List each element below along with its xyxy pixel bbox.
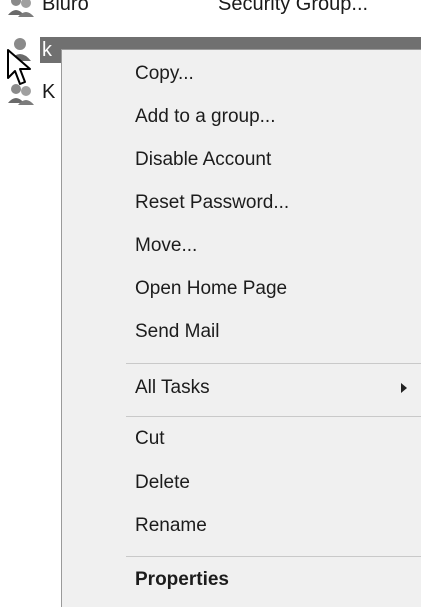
- menu-item-rename[interactable]: Rename: [62, 506, 421, 546]
- list-item-name: Biuro: [42, 0, 89, 15]
- list-item[interactable]: Biuro Security Group...: [0, 0, 421, 17]
- menu-item-all-tasks[interactable]: All Tasks: [62, 368, 421, 408]
- menu-item-reset-password[interactable]: Reset Password...: [62, 183, 421, 223]
- menu-separator: [126, 556, 421, 557]
- menu-item-open-home-page[interactable]: Open Home Page: [62, 269, 421, 309]
- menu-separator: [126, 416, 421, 417]
- list-item-name: k: [42, 39, 52, 61]
- menu-item-copy[interactable]: Copy...: [62, 54, 421, 94]
- chevron-right-icon: [401, 383, 407, 393]
- menu-item-send-mail[interactable]: Send Mail: [62, 312, 421, 352]
- list-item-type: Security Group...: [218, 0, 369, 15]
- menu-item-properties[interactable]: Properties: [62, 560, 421, 600]
- menu-item-move[interactable]: Move...: [62, 226, 421, 266]
- menu-item-delete[interactable]: Delete: [62, 463, 421, 503]
- list-item-name: K: [42, 81, 56, 103]
- menu-item-cut[interactable]: Cut: [62, 419, 421, 459]
- menu-separator: [126, 363, 421, 364]
- group-icon: [8, 0, 34, 17]
- context-menu: Copy... Add to a group... Disable Accoun…: [61, 49, 421, 607]
- menu-item-disable-account[interactable]: Disable Account: [62, 140, 421, 180]
- mouse-cursor-icon: [7, 49, 31, 85]
- menu-item-add-to-group[interactable]: Add to a group...: [62, 97, 421, 137]
